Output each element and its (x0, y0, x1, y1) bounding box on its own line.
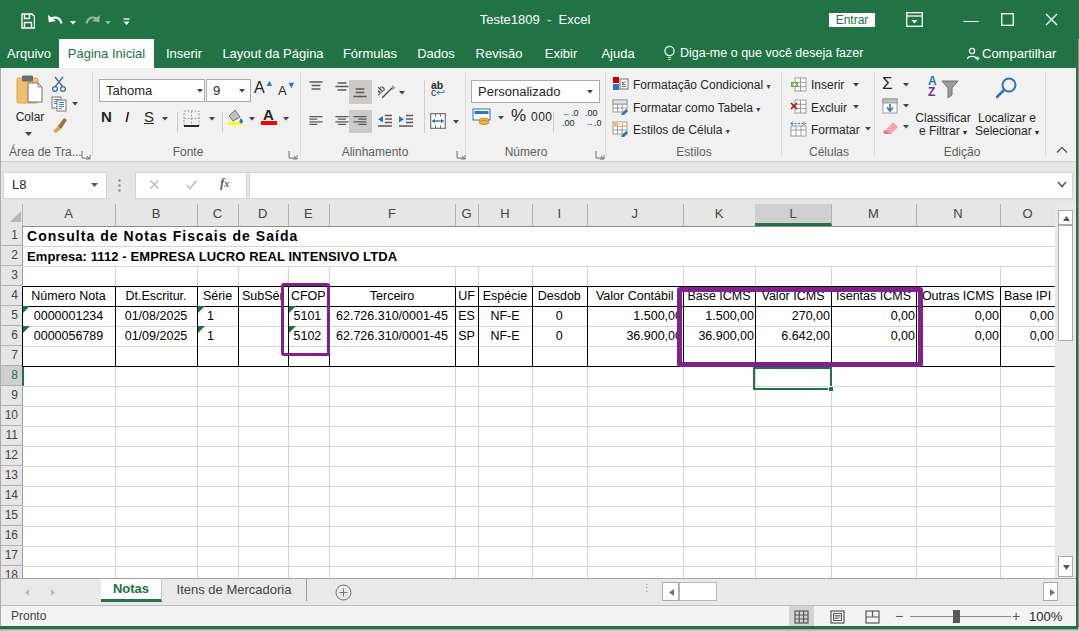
svg-text:ab: ab (378, 84, 387, 98)
